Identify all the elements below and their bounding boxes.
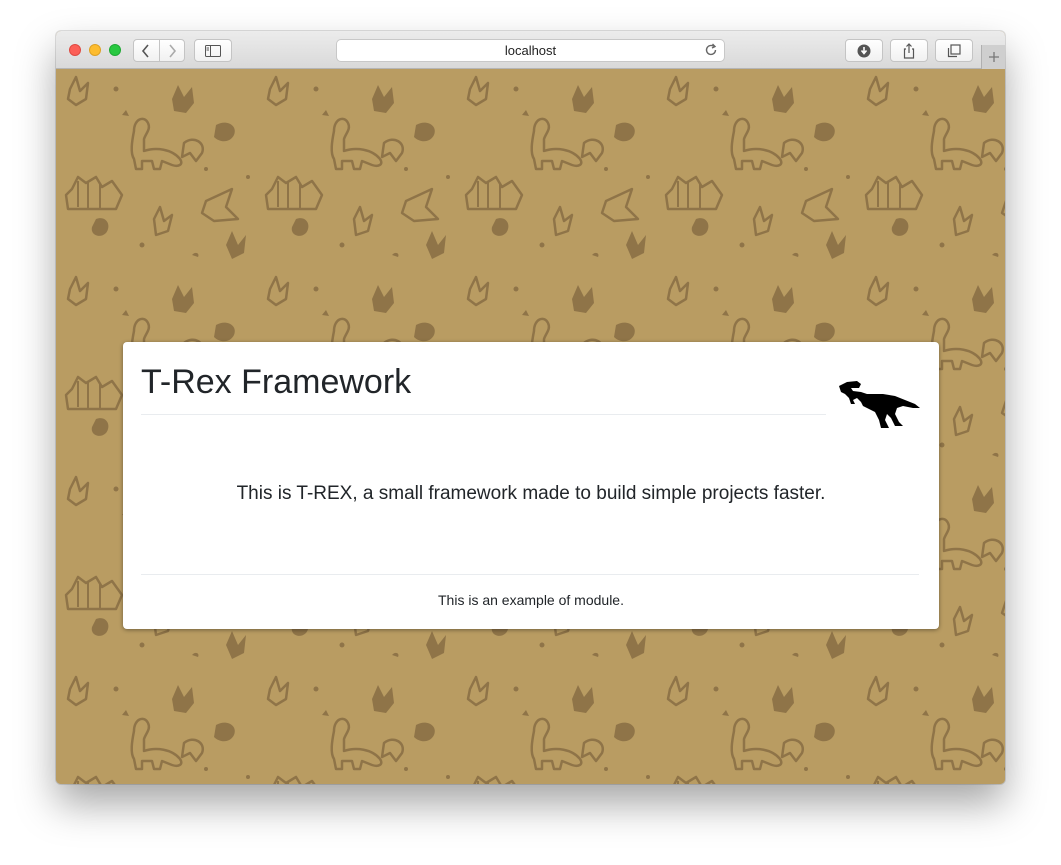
navigation-buttons xyxy=(133,39,185,62)
t-rex-silhouette-icon xyxy=(839,381,920,428)
sidebar-button[interactable] xyxy=(194,39,232,62)
module-divider xyxy=(141,574,919,575)
zoom-window-button[interactable] xyxy=(109,44,121,56)
minimize-window-button[interactable] xyxy=(89,44,101,56)
address-bar[interactable]: localhost xyxy=(336,39,725,62)
title-divider xyxy=(141,414,826,415)
share-button[interactable] xyxy=(890,39,928,62)
reload-icon[interactable] xyxy=(704,43,718,57)
module-text: This is an example of module. xyxy=(438,592,624,608)
new-tab-button[interactable] xyxy=(981,45,1005,69)
chevron-left-icon xyxy=(142,43,149,58)
module-card: T-Rex Framework This is T-REX, a small f… xyxy=(123,342,939,629)
page-viewport: T-Rex Framework This is T-REX, a small f… xyxy=(56,69,1005,784)
forward-button[interactable] xyxy=(158,40,185,61)
tabs-overview-button[interactable] xyxy=(935,39,973,62)
lead-text: This is T-REX, a small framework made to… xyxy=(236,483,826,504)
browser-window: localhost T-Rex Framework This is T-REX,… xyxy=(56,31,1005,784)
address-text: localhost xyxy=(504,43,557,58)
share-icon xyxy=(903,42,915,59)
downloads-button[interactable] xyxy=(845,39,883,62)
tabs-overview-icon xyxy=(947,43,961,57)
plus-icon xyxy=(988,52,999,62)
page-title: T-Rex Framework xyxy=(141,363,412,401)
browser-toolbar: localhost xyxy=(56,31,1005,69)
back-button[interactable] xyxy=(134,40,159,61)
sidebar-icon xyxy=(205,44,221,57)
chevron-right-icon xyxy=(169,43,176,58)
close-window-button[interactable] xyxy=(69,44,81,56)
download-icon xyxy=(857,44,871,57)
